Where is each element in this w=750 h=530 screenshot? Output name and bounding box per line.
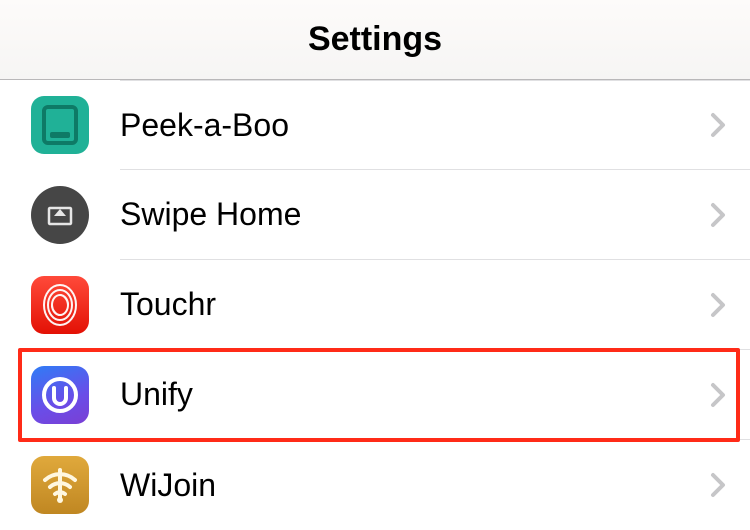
settings-row-unify[interactable]: Unify [0, 350, 750, 440]
icon-slot [0, 456, 120, 514]
settings-row-swipe-home[interactable]: Swipe Home [0, 170, 750, 260]
settings-row-peek-a-boo[interactable]: Peek-a-Boo [0, 80, 750, 170]
settings-row-wijoin[interactable]: WiJoin [0, 440, 750, 530]
icon-slot [0, 366, 120, 424]
chevron-right-icon [710, 112, 726, 138]
chevron-right-icon [710, 382, 726, 408]
touchr-icon [31, 276, 89, 334]
chevron-right-icon [710, 202, 726, 228]
page-title: Settings [308, 20, 442, 59]
settings-row-touchr[interactable]: Touchr [0, 260, 750, 350]
icon-slot [0, 276, 120, 334]
swipe-home-icon [31, 186, 89, 244]
navbar: Settings [0, 0, 750, 80]
wijoin-icon [31, 456, 89, 514]
row-label: WiJoin [120, 467, 710, 504]
settings-list: Peek-a-Boo Swipe Home [0, 80, 750, 530]
icon-slot [0, 96, 120, 154]
row-label: Peek-a-Boo [120, 107, 710, 144]
row-label: Swipe Home [120, 196, 710, 233]
row-label: Unify [120, 376, 710, 413]
row-label: Touchr [120, 286, 710, 323]
icon-slot [0, 186, 120, 244]
chevron-right-icon [710, 472, 726, 498]
unify-icon [31, 366, 89, 424]
peek-a-boo-icon [31, 96, 89, 154]
chevron-right-icon [710, 292, 726, 318]
